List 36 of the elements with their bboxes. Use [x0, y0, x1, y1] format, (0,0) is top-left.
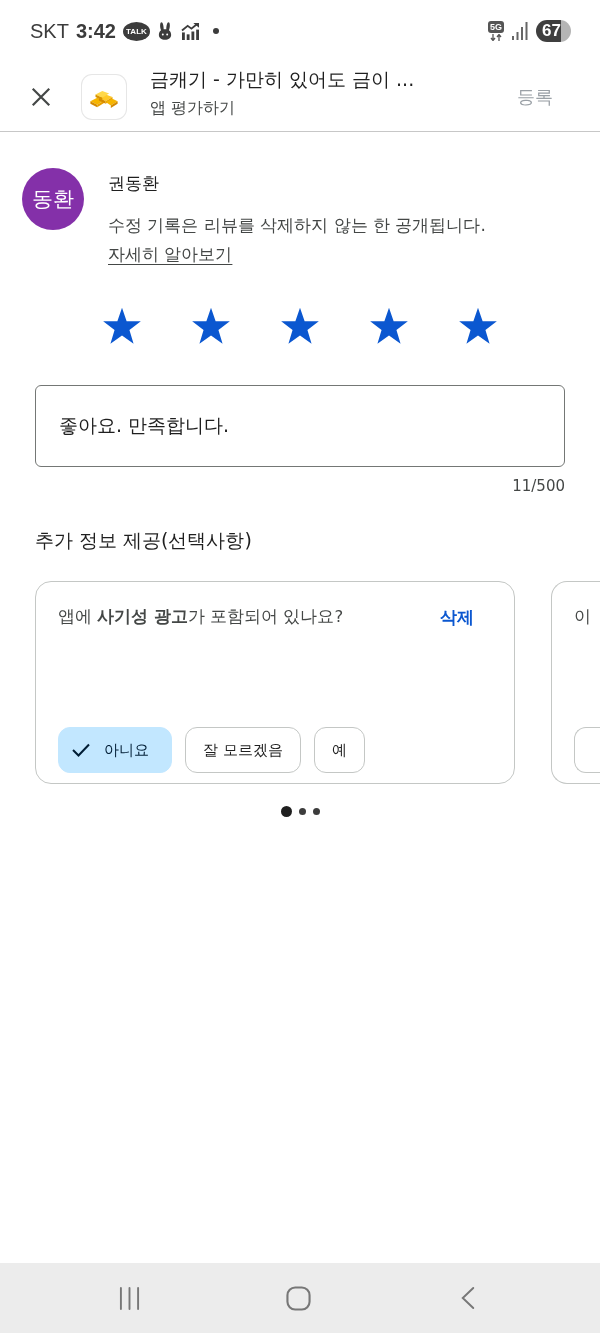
- recent-apps-icon[interactable]: [119, 1286, 140, 1310]
- network-type-label: 5G: [488, 21, 504, 33]
- page-subtitle: 앱 평가하기: [150, 98, 236, 119]
- battery-indicator: 67: [536, 20, 571, 42]
- ingot-stack-icon: [82, 74, 126, 119]
- notification-dot-icon: [212, 28, 219, 34]
- section-title: 추가 정보 제공(선택사항): [35, 528, 252, 553]
- chat-notification-badge: TALK: [122, 21, 150, 41]
- avatar: 동환: [22, 168, 84, 230]
- question-text: 앱에 사기성 광고가 포함되어 있나요?: [58, 606, 344, 628]
- answer-chip[interactable]: 예: [313, 727, 365, 773]
- filled-star-icon[interactable]: [102, 307, 142, 345]
- filled-star-icon[interactable]: [280, 307, 320, 345]
- answer-chip[interactable]: 아니요: [58, 727, 172, 773]
- back-icon[interactable]: [460, 1286, 475, 1310]
- clock-time: 3:42: [75, 19, 116, 43]
- filled-star-icon[interactable]: [191, 307, 231, 345]
- data-arrows-icon: [490, 34, 502, 41]
- signal-icon: [512, 22, 528, 40]
- reviewer-name: 권동환: [108, 172, 159, 195]
- chart-icon: [180, 22, 200, 40]
- character-counter: 11/500: [512, 476, 565, 496]
- app-title: 금캐기 - 가만히 있어도 금이 ...: [150, 67, 416, 92]
- review-text-field[interactable]: 좋아요. 만족합니다.: [35, 385, 565, 467]
- answer-chip[interactable]: 잘 모르겠음: [185, 727, 301, 773]
- delete-button[interactable]: 삭제: [438, 604, 476, 630]
- carrier-name: SKT: [30, 19, 69, 43]
- close-icon: [30, 85, 52, 108]
- notice-text: 수정 기록은 리뷰를 삭제하지 않는 한 공개됩니다. 자세히 알아보기: [108, 214, 487, 266]
- learn-more-link[interactable]: 자세히 알아보기: [108, 244, 233, 264]
- question-text: 이: [574, 606, 591, 628]
- filled-star-icon[interactable]: [369, 307, 409, 345]
- filled-star-icon[interactable]: [458, 307, 498, 345]
- rabbit-icon: [157, 22, 172, 40]
- home-icon[interactable]: [286, 1285, 311, 1311]
- check-icon: [72, 743, 90, 757]
